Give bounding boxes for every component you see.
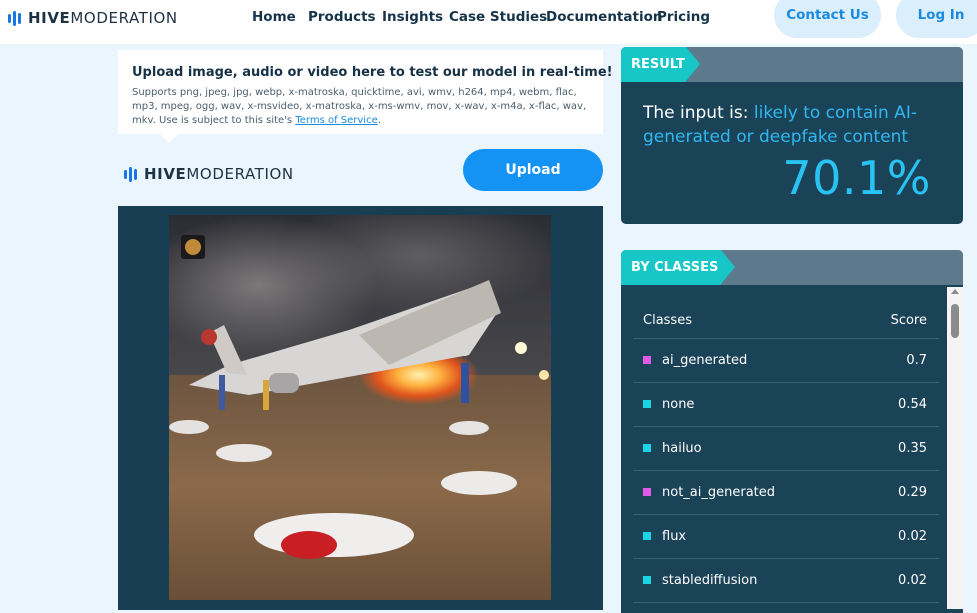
logo-text-bold: HIVE (28, 9, 71, 27)
classes-card: BY CLASSES Classes Score ai_generated 0.7… (621, 250, 963, 613)
scrollbar-thumb[interactable] (951, 304, 959, 338)
class-name: stablediffusion (662, 572, 758, 588)
nav-pricing[interactable]: Pricing (657, 9, 710, 25)
plane-crash-photo (169, 215, 551, 600)
upload-title: Upload image, audio or video here to tes… (132, 65, 613, 80)
login-button[interactable]: Log In (896, 0, 977, 38)
class-score: 0.7 (906, 352, 927, 368)
class-score: 0.54 (898, 396, 927, 412)
class-color-swatch (643, 400, 651, 408)
class-name: hailuo (662, 440, 702, 456)
nav-insights[interactable]: Insights (382, 9, 443, 25)
result-summary: The input is: likely to contain AI-gener… (643, 103, 917, 147)
upload-instructions: Upload image, audio or video here to tes… (118, 50, 613, 134)
classes-header: BY CLASSES (621, 250, 735, 285)
class-row: none 0.54 (621, 382, 939, 426)
terms-of-service-link[interactable]: Terms of Service (295, 115, 377, 126)
classes-scrollbar[interactable] (947, 287, 963, 609)
class-score: 0.29 (898, 484, 927, 500)
class-row: hailuo 0.35 (621, 426, 939, 470)
class-color-swatch (643, 576, 651, 584)
uploaded-image (169, 215, 551, 600)
supported-formats: Supports png, jpeg, jpg, webp, x-matrosk… (132, 87, 587, 126)
class-row: ai_generated 0.7 (621, 338, 939, 382)
result-percentage: 70.1% (782, 151, 931, 205)
hive-logo-icon (124, 166, 137, 182)
nav-products[interactable]: Products (308, 9, 376, 25)
scroll-up-icon[interactable] (951, 289, 959, 294)
class-color-swatch (643, 488, 651, 496)
contact-us-button[interactable]: Contact Us (774, 0, 881, 38)
hive-logo-icon (8, 10, 21, 26)
class-score: 0.02 (898, 572, 927, 588)
class-score: 0.35 (898, 440, 927, 456)
class-color-swatch (643, 356, 651, 364)
result-header: RESULT (621, 47, 700, 82)
row-separator (633, 602, 939, 603)
class-name: flux (662, 528, 687, 544)
top-navbar: HIVEMODERATION Home Products Insights Ca… (0, 0, 977, 44)
col-score: Score (890, 312, 927, 328)
hive-logo-secondary: HIVEMODERATION (124, 165, 294, 183)
logo-text-rest: MODERATION (70, 9, 178, 27)
class-name: ai_generated (662, 352, 748, 368)
classes-table-header: Classes Score (621, 302, 939, 338)
class-name: not_ai_generated (662, 484, 776, 500)
class-color-swatch (643, 532, 651, 540)
media-preview-panel (118, 206, 603, 610)
class-row: stablediffusion 0.02 (621, 558, 939, 602)
class-color-swatch (643, 444, 651, 452)
class-score: 0.02 (898, 528, 927, 544)
class-row: not_ai_generated 0.29 (621, 470, 939, 514)
hive-logo[interactable]: HIVEMODERATION (8, 9, 178, 27)
result-card: RESULT The input is: likely to contain A… (621, 47, 963, 224)
tooltip-caret (160, 134, 178, 143)
nav-case-studies[interactable]: Case Studies (449, 9, 547, 25)
nav-home[interactable]: Home (252, 9, 296, 25)
nav-documentation[interactable]: Documentation (546, 9, 662, 25)
class-row: flux 0.02 (621, 514, 939, 558)
class-name: none (662, 396, 695, 412)
upload-button[interactable]: Upload (463, 149, 603, 191)
col-classes: Classes (643, 312, 692, 328)
